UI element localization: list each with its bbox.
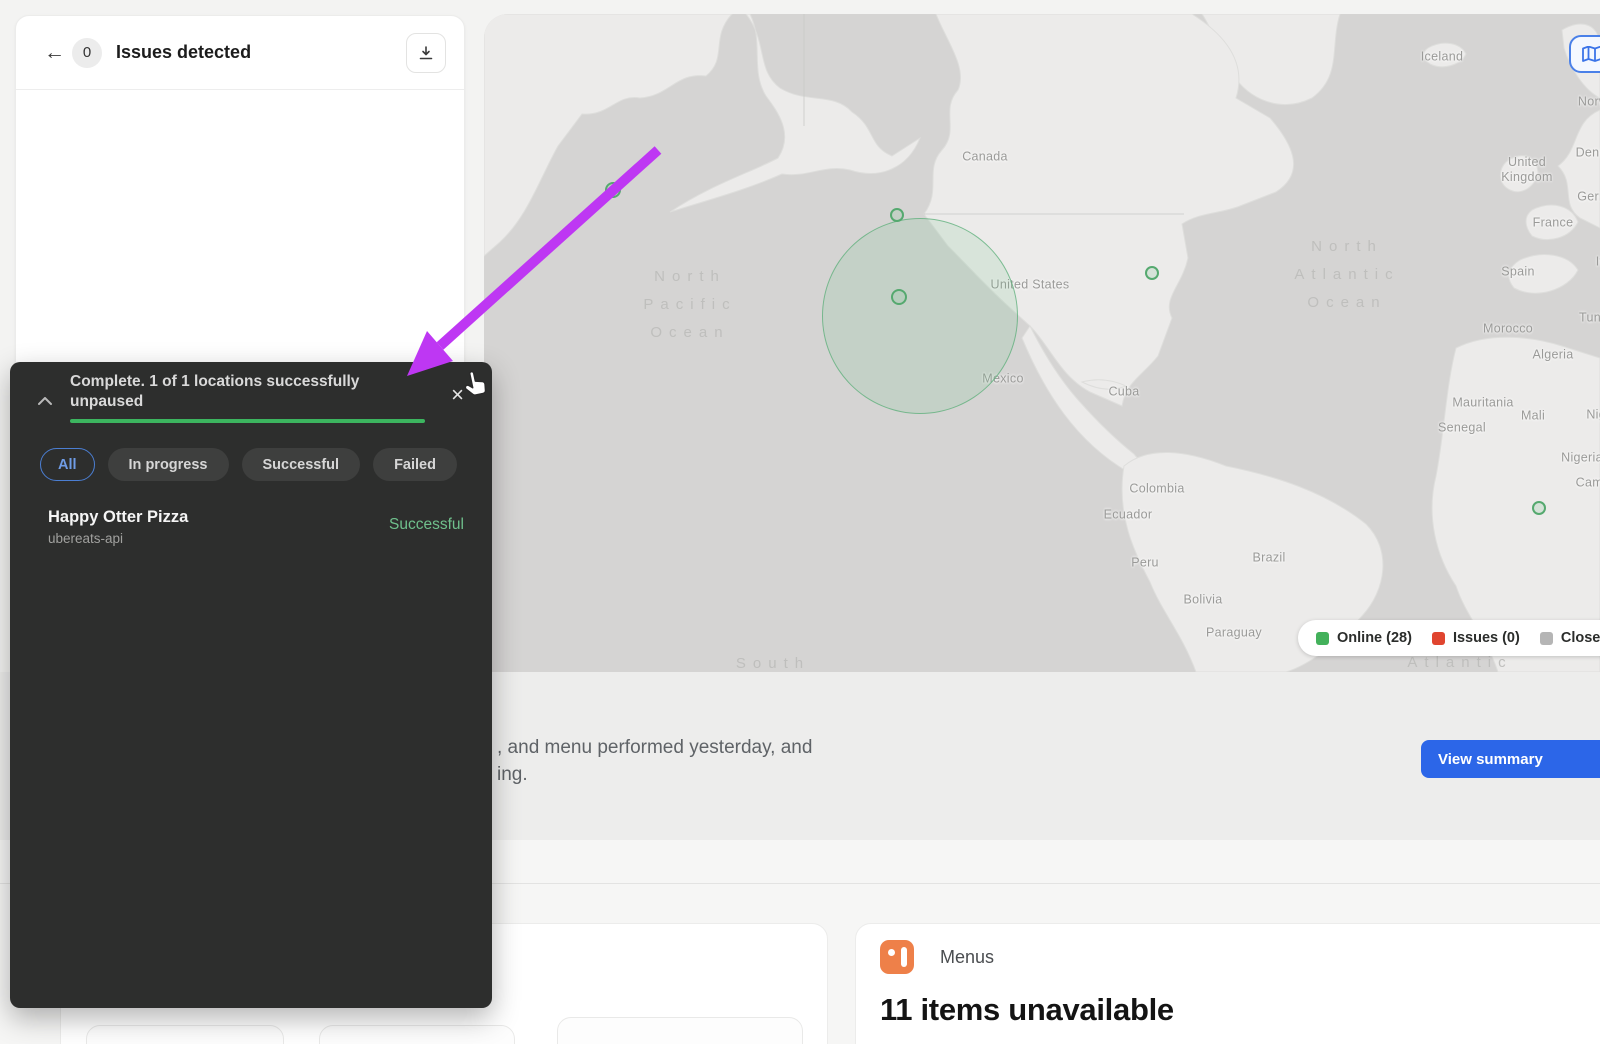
- land-siberia: [484, 14, 732, 256]
- toast-title: Complete. 1 of 1 locations successfully …: [70, 372, 400, 412]
- bulk-action-toast: Complete. 1 of 1 locations successfully …: [10, 362, 492, 1008]
- map-country-label: Mauritania: [1452, 396, 1513, 411]
- app-root: CanadaUnited StatesMexicoCubaColombiaEcu…: [0, 0, 1600, 1044]
- summary-banner-text: , and menu performed yesterday, and ing.: [497, 734, 812, 788]
- divider: [16, 89, 464, 90]
- map-country-label: Cameroon: [1576, 476, 1600, 491]
- location-marker[interactable]: [890, 208, 904, 222]
- download-button[interactable]: [406, 33, 446, 73]
- map-country-label: Ecuador: [1104, 508, 1153, 523]
- filter-chip-successful[interactable]: Successful: [242, 448, 361, 481]
- map-country-label: Niger: [1586, 408, 1600, 423]
- filter-chip-all[interactable]: All: [40, 448, 95, 481]
- location-result-row[interactable]: Happy Otter Pizza ubereats-api Successfu…: [48, 508, 464, 546]
- collapse-chevron-icon[interactable]: [38, 392, 52, 410]
- map-country-label: Nigeria: [1561, 451, 1600, 466]
- map-icon: [1582, 46, 1600, 62]
- legend-item: Closed: [1540, 630, 1600, 646]
- view-summary-button[interactable]: View summary: [1421, 740, 1600, 778]
- location-marker[interactable]: [1532, 501, 1546, 515]
- map-country-label: France: [1533, 216, 1574, 231]
- progress-bar: [70, 419, 425, 423]
- map-country-label: Brazil: [1252, 551, 1285, 566]
- legend-swatch: [1432, 632, 1445, 645]
- map-ocean-label: NorthPacificOcean: [643, 263, 736, 347]
- location-marker[interactable]: [605, 182, 621, 198]
- map-country-label: Cuba: [1108, 385, 1139, 400]
- action-chip[interactable]: [557, 1017, 803, 1044]
- map-country-label: Morocco: [1483, 322, 1533, 337]
- map-country-label: Italy: [1596, 255, 1600, 270]
- legend-swatch: [1316, 632, 1329, 645]
- status-text: Successful: [389, 516, 464, 546]
- menus-card-label: Menus: [940, 947, 994, 968]
- location-channel: ubereats-api: [48, 531, 188, 546]
- map-country-label: Canada: [962, 150, 1008, 165]
- legend-item: Issues (0): [1432, 630, 1520, 646]
- map-country-label: Algeria: [1532, 348, 1573, 363]
- map-country-label: Norway: [1578, 95, 1600, 110]
- map-country-label: Mali: [1521, 409, 1545, 424]
- map-country-label: Peru: [1131, 556, 1159, 571]
- map-country-label: Iceland: [1421, 50, 1463, 65]
- legend-swatch: [1540, 632, 1553, 645]
- menus-card: Menus 11 items unavailable: [855, 923, 1600, 1044]
- map-country-label: Paraguay: [1206, 626, 1262, 641]
- filter-chip-failed[interactable]: Failed: [373, 448, 457, 481]
- issues-count-badge: 0: [72, 38, 102, 68]
- toast-filter-chips: All In progress Successful Failed: [40, 448, 457, 481]
- map-view-toggle-button[interactable]: [1569, 35, 1600, 73]
- map-country-label: Bolivia: [1184, 593, 1223, 608]
- map-country-label: Colombia: [1129, 482, 1184, 497]
- action-chip[interactable]: [86, 1025, 284, 1044]
- download-icon: [418, 45, 434, 61]
- close-icon[interactable]: ×: [451, 384, 464, 406]
- action-chip[interactable]: [319, 1025, 515, 1044]
- back-icon[interactable]: ←: [44, 41, 72, 65]
- map-country-label: Tunisia: [1579, 311, 1600, 326]
- map-country-label: Senegal: [1438, 421, 1486, 436]
- map-country-label: Denmark: [1576, 146, 1600, 161]
- location-name: Happy Otter Pizza: [48, 508, 188, 527]
- map-country-label: United Kingdom: [1501, 155, 1552, 185]
- summary-banner-line2: ing.: [497, 761, 812, 788]
- menus-icon: [880, 940, 914, 974]
- map-ocean-label: NorthAtlanticOcean: [1294, 233, 1399, 317]
- issues-panel-title: Issues detected: [116, 42, 406, 63]
- coverage-circle: [822, 218, 1018, 414]
- issues-panel-header: ← 0 Issues detected: [16, 16, 464, 89]
- legend-item: Online (28): [1316, 630, 1412, 646]
- map-country-label: Spain: [1501, 265, 1534, 280]
- menus-headline: 11 items unavailable: [880, 992, 1174, 1028]
- map-legend: Online (28) Issues (0) Closed: [1298, 620, 1600, 656]
- summary-banner-line1: , and menu performed yesterday, and: [497, 734, 812, 761]
- locations-map[interactable]: CanadaUnited StatesMexicoCubaColombiaEcu…: [484, 14, 1600, 672]
- map-ocean-label: South: [736, 650, 810, 672]
- map-country-label: Germany: [1577, 190, 1600, 205]
- location-marker[interactable]: [1145, 266, 1159, 280]
- filter-chip-in-progress[interactable]: In progress: [108, 448, 229, 481]
- location-marker[interactable]: [891, 289, 907, 305]
